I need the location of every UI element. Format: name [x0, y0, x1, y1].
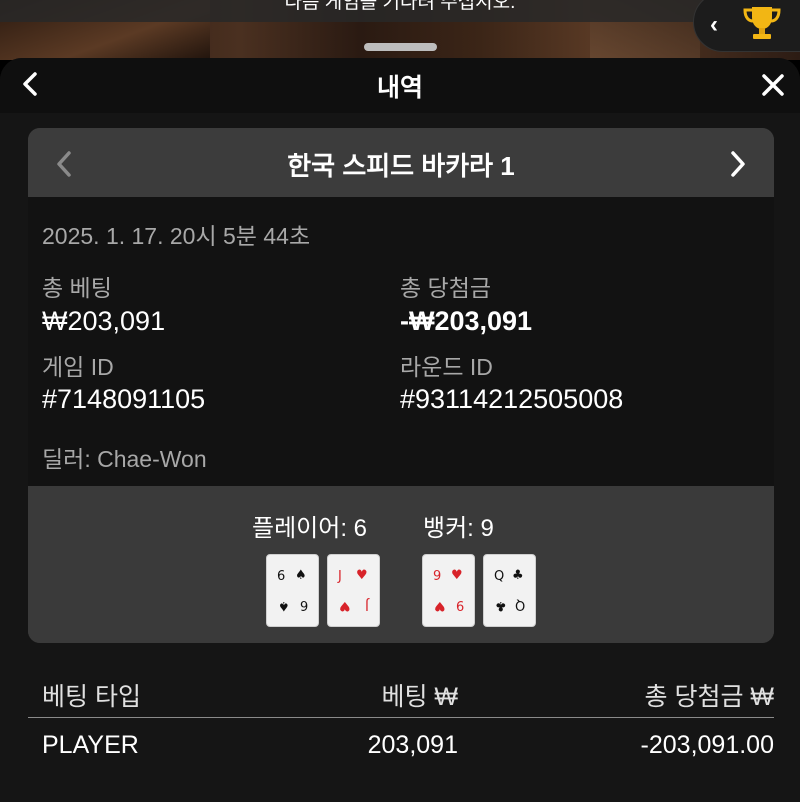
game-details: 2025. 1. 17. 20시 5분 44초 총 베팅 ₩203,091 총 … [28, 197, 774, 486]
card-rank: 9 [455, 597, 464, 612]
trophy-icon [743, 7, 781, 39]
banker-card-1: 9 ♥ ♥ 9 [422, 554, 475, 627]
card-rank: Q [514, 597, 525, 612]
round-id-label: 라운드 ID [400, 354, 493, 380]
card-rank: 9 [433, 569, 442, 584]
game-card-header: 한국 스피드 바카라 1 [28, 128, 774, 197]
timestamp: 2025. 1. 17. 20시 5분 44초 [42, 223, 311, 249]
dealer-name: 딜러: Chae-Won [42, 446, 207, 472]
next-game-icon[interactable] [726, 148, 750, 180]
close-icon[interactable] [760, 72, 786, 98]
chevron-left-icon: ‹ [710, 11, 718, 38]
club-icon: ♣ [495, 598, 507, 613]
page-title: 내역 [376, 74, 423, 102]
player-score: 플레이어: 6 [252, 515, 368, 542]
game-history-card: 한국 스피드 바카라 1 2025. 1. 17. 20시 5분 44초 총 베… [28, 128, 774, 643]
banker-card-2: Q ♣ ♣ Q [483, 554, 536, 627]
heart-icon: ♥ [451, 568, 463, 583]
heart-icon: ♥ [356, 568, 368, 583]
game-id-label: 게임 ID [42, 354, 114, 380]
round-id-value: #93114212505008 [400, 384, 624, 414]
card-rank: Q [494, 569, 505, 584]
banker-score: 뱅커: 9 [423, 515, 494, 542]
spade-icon: ♠ [295, 568, 307, 583]
total-bet-label: 총 베팅 [42, 275, 112, 301]
column-bet-amount: 베팅 ₩ [381, 683, 458, 711]
table-row: PLAYER 203,091 -203,091.00 [28, 719, 774, 775]
card-rank: 6 [299, 597, 308, 612]
total-win-cell: -203,091.00 [640, 731, 774, 759]
spade-icon: ♠ [278, 598, 290, 613]
bets-table-header: 베팅 타입 베팅 ₩ 총 당첨금 ₩ [28, 666, 774, 718]
heart-icon: ♥ [339, 598, 351, 613]
player-card-2: J ♥ ♥ J [327, 554, 380, 627]
total-win-value: -₩203,091 [400, 306, 533, 336]
history-header: 내역 [0, 58, 800, 113]
sheet-grabber[interactable] [364, 43, 437, 51]
card-rank: J [338, 569, 342, 584]
notice-bar: 다음 게임을 기다려 주십시오. [0, 0, 800, 22]
bet-amount-cell: 203,091 [367, 731, 458, 759]
card-rank: J [365, 597, 369, 612]
history-sheet: 내역 한국 스피드 바카라 1 2025. 1. 17. 20시 5분 44초 … [0, 58, 800, 802]
notice-text: 다음 게임을 기다려 주십시오. [284, 0, 516, 13]
column-bet-type: 베팅 타입 [42, 683, 141, 711]
total-bet-value: ₩203,091 [42, 306, 166, 336]
column-total-win: 총 당첨금 ₩ [644, 683, 775, 711]
club-icon: ♣ [512, 568, 524, 583]
bet-type-cell: PLAYER [42, 731, 139, 759]
heart-icon: ♥ [434, 598, 446, 613]
game-title: 한국 스피드 바카라 1 [287, 151, 515, 181]
round-result: 플레이어: 6 뱅커: 9 6 ♠ ♠ 6 J ♥ ♥ J 9 ♥ ♥ 9 Q [28, 486, 774, 643]
game-id-value: #7148091105 [42, 384, 206, 414]
trophy-toggle-button[interactable]: ‹ [693, 0, 800, 52]
card-rank: 6 [277, 569, 286, 584]
total-win-label: 총 당첨금 [400, 275, 492, 301]
player-card-1: 6 ♠ ♠ 6 [266, 554, 319, 627]
